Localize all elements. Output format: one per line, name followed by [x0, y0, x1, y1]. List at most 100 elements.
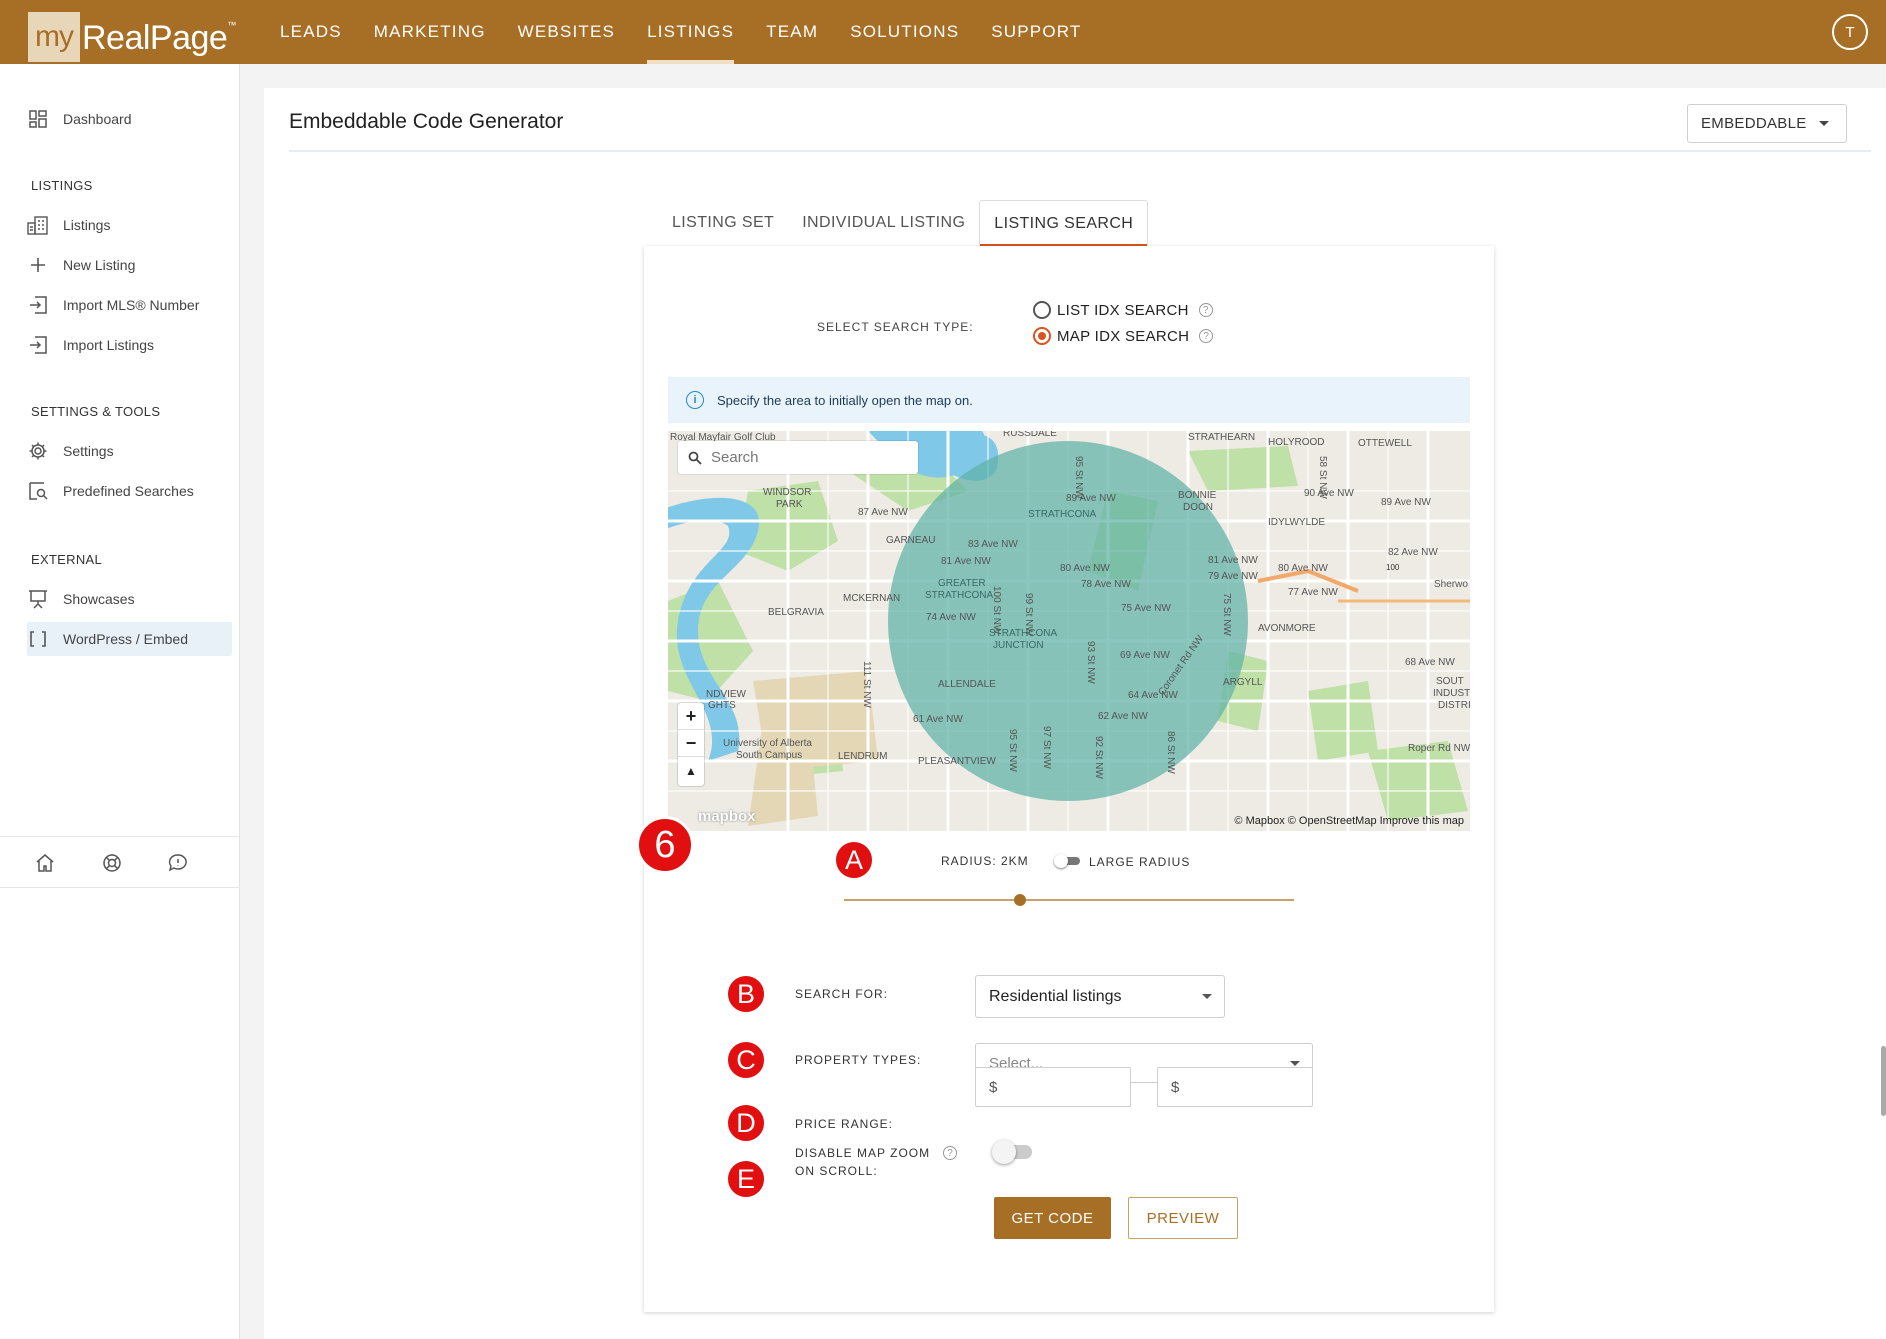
map-attribution[interactable]: © Mapbox © OpenStreetMap Improve this ma… [1234, 815, 1464, 827]
home-icon[interactable] [33, 851, 57, 875]
info-banner: i Specify the area to initially open the… [668, 377, 1470, 423]
sidebar-item-listings[interactable]: Listings [27, 208, 233, 242]
map-label: PLEASANTVIEW [918, 756, 996, 767]
get-code-button[interactable]: GET CODE [994, 1197, 1111, 1239]
map-label: 83 Ave NW [968, 539, 1018, 550]
lifebuoy-icon[interactable] [100, 851, 124, 875]
preview-button[interactable]: PREVIEW [1128, 1197, 1238, 1239]
dashboard-icon [27, 108, 49, 130]
map-label: 99 St NW [1023, 593, 1034, 636]
sidebar-item-new-listing[interactable]: New Listing [27, 248, 233, 282]
map-label: 81 Ave NW [1208, 555, 1258, 566]
price-min-input[interactable]: $ [975, 1067, 1131, 1107]
sidebar-heading-settings: SETTINGS & TOOLS [31, 404, 161, 419]
radio-button-selected[interactable] [1033, 327, 1051, 345]
radius-slider[interactable] [844, 893, 1294, 907]
property-types-label: PROPERTY TYPES: [795, 1053, 922, 1067]
nav-marketing[interactable]: MARKETING [358, 0, 502, 64]
map-label: STRATHCONA [925, 590, 993, 601]
area-map[interactable]: Royal Mayfair Golf Club WINDSOR PARK 87 … [668, 431, 1470, 831]
map-label: 97 St NW [1041, 726, 1052, 769]
price-max-input[interactable]: $ [1157, 1067, 1313, 1107]
map-label: RUSSDALE [1003, 431, 1057, 439]
map-label: 93 St NW [1085, 641, 1096, 684]
search-type-label: SELECT SEARCH TYPE: [817, 320, 974, 334]
search-for-select[interactable]: Residential listings [975, 975, 1225, 1018]
nav-websites[interactable]: WEBSITES [502, 0, 631, 64]
help-icon[interactable]: ? [1198, 303, 1213, 317]
zoom-out-button[interactable]: − [678, 730, 704, 757]
annotation-badge-c: C [726, 1040, 766, 1080]
search-icon [688, 451, 702, 465]
map-zoom-controls: + − ▲ [678, 703, 704, 786]
annotation-badge-b: B [726, 974, 766, 1014]
user-avatar[interactable]: T [1832, 14, 1868, 50]
tab-individual-listing[interactable]: INDIVIDUAL LISTING [788, 200, 979, 246]
disable-zoom-toggle[interactable] [992, 1140, 1032, 1164]
page-title: Embeddable Code Generator [289, 110, 564, 133]
radio-label-list-idx: LIST IDX SEARCH [1057, 301, 1189, 319]
tab-listing-set[interactable]: LISTING SET [658, 200, 788, 246]
radio-list-idx-search[interactable]: LIST IDX SEARCH ? [1033, 299, 1213, 321]
map-label: 82 Ave NW [1388, 547, 1438, 558]
map-label: 111 St NW [861, 661, 872, 708]
caret-down-icon [1202, 994, 1212, 999]
main-nav: LEADS MARKETING WEBSITES LISTINGS TEAM S… [264, 0, 1098, 64]
map-search-input[interactable]: Search [678, 441, 918, 474]
large-radius-label: LARGE RADIUS [1089, 855, 1191, 869]
help-icon[interactable]: ? [1199, 329, 1214, 343]
zoom-in-button[interactable]: + [678, 703, 704, 730]
disable-zoom-label-line2: ON SCROLL: [795, 1164, 878, 1178]
map-label: DOON [1183, 502, 1213, 513]
sidebar-item-showcases[interactable]: Showcases [27, 582, 233, 616]
map-label: NDVIEW [706, 689, 747, 700]
search-list-icon [27, 480, 49, 502]
slider-track [844, 899, 1294, 901]
annotation-badge-e: E [726, 1159, 766, 1199]
map-label: LENDRUM [838, 751, 887, 762]
import-icon [27, 294, 49, 316]
search-for-value: Residential listings [989, 987, 1122, 1005]
caret-down-icon [1818, 121, 1829, 126]
radio-button[interactable] [1033, 301, 1051, 319]
map-canvas[interactable]: Royal Mayfair Golf Club WINDSOR PARK 87 … [668, 431, 1470, 831]
gear-icon [27, 440, 49, 462]
sidebar-label-predefined-searches: Predefined Searches [63, 483, 194, 499]
logo-trademark: ™ [227, 20, 237, 30]
map-label: 64 Ave NW [1128, 690, 1178, 701]
search-for-label: SEARCH FOR: [795, 987, 889, 1001]
sidebar-item-settings[interactable]: Settings [27, 434, 233, 468]
page-scrollbar[interactable] [1881, 1046, 1886, 1116]
nav-leads[interactable]: LEADS [264, 0, 358, 64]
compass-button[interactable]: ▲ [678, 757, 704, 784]
myrealpage-logo[interactable]: my RealPage ™ [28, 12, 237, 62]
sidebar-item-import-listings[interactable]: Import Listings [27, 328, 233, 362]
sidebar-heading-external: EXTERNAL [31, 552, 103, 567]
map-label: ALLENDALE [938, 679, 996, 690]
large-radius-toggle[interactable] [1054, 854, 1080, 868]
annotation-badge-d: D [726, 1103, 766, 1143]
sidebar-label-dashboard: Dashboard [63, 111, 132, 127]
sidebar: Dashboard LISTINGS Listings New Listing … [0, 64, 240, 1339]
nav-listings[interactable]: LISTINGS [631, 0, 750, 64]
sidebar-item-dashboard[interactable]: Dashboard [27, 102, 233, 136]
slider-thumb[interactable] [1013, 894, 1026, 906]
embeddable-dropdown[interactable]: EMBEDDABLE [1687, 104, 1847, 143]
sidebar-label-import-listings: Import Listings [63, 337, 155, 353]
price-prefix: $ [1171, 1078, 1180, 1096]
sidebar-label-listings: Listings [63, 217, 111, 233]
map-label: DISTRI [1438, 700, 1470, 711]
sidebar-item-wordpress-embed[interactable]: WordPress / Embed [27, 622, 232, 656]
buildings-icon [27, 214, 49, 236]
feedback-icon[interactable] [166, 851, 190, 875]
nav-support[interactable]: SUPPORT [975, 0, 1097, 64]
sidebar-item-predefined-searches[interactable]: Predefined Searches [27, 474, 233, 508]
tab-listing-search[interactable]: LISTING SEARCH [979, 200, 1149, 246]
sidebar-item-import-mls[interactable]: Import MLS® Number [27, 288, 233, 322]
nav-solutions[interactable]: SOLUTIONS [834, 0, 975, 64]
help-icon[interactable]: ? [943, 1146, 957, 1160]
main-card: Embeddable Code Generator EMBEDDABLE LIS… [264, 88, 1886, 1339]
map-label: 92 St NW [1093, 736, 1104, 779]
nav-team[interactable]: TEAM [750, 0, 834, 64]
radio-map-idx-search[interactable]: MAP IDX SEARCH ? [1033, 325, 1214, 347]
